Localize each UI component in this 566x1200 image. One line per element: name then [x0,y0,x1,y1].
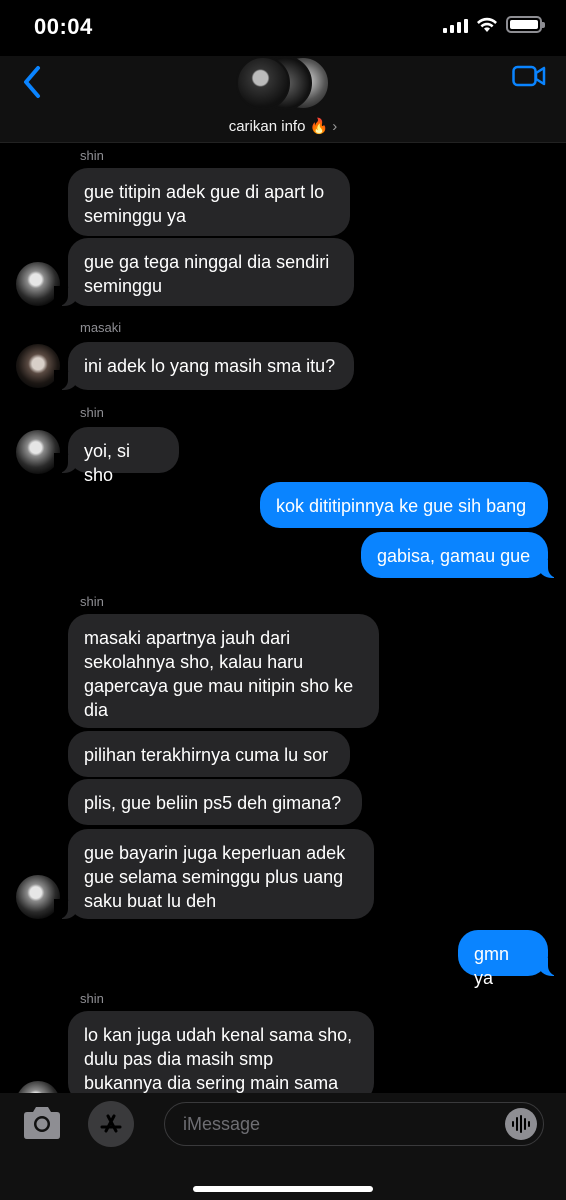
message-bubble[interactable]: gue titipin adek gue di apart lo semingg… [68,168,350,236]
status-icons [443,16,545,33]
message-input-placeholder: iMessage [183,1114,261,1134]
message-bubble[interactable]: kok dititipinnya ke gue sih bang [260,482,548,528]
group-avatars[interactable] [236,56,332,112]
app-store-icon[interactable] [88,1101,134,1147]
sender-name: shin [80,405,104,420]
message-bubble[interactable]: gue ga tega ninggal dia sendiri seminggu [54,238,354,306]
home-indicator[interactable] [193,1186,373,1192]
video-camera-icon[interactable] [512,64,546,88]
audio-waveform-icon[interactable] [505,1108,537,1140]
message-bubble[interactable]: gabisa, gamau gue [361,532,562,578]
avatar[interactable] [16,1081,60,1093]
message-bubble[interactable]: yoi, si sho [54,427,179,485]
message-bubble[interactable]: plis, gue beliin ps5 deh gimana? [68,779,362,825]
message-input[interactable]: iMessage [164,1102,544,1146]
conversation-header: carikan info 🔥 › [0,56,566,143]
message-text: gue ga tega ninggal dia sendiri seminggu [84,252,330,296]
status-time: 00:04 [34,14,93,39]
battery-icon [506,16,545,33]
sender-name: shin [80,991,104,1006]
sender-name: shin [80,148,104,163]
sender-name: masaki [80,320,122,335]
compose-bar: iMessage [0,1093,566,1200]
message-text: gmn ya [474,944,510,988]
message-bubble[interactable]: gue bayarin juga keperluan adek gue sela… [54,829,374,919]
group-name[interactable]: carikan info 🔥 › [0,117,566,135]
camera-icon[interactable] [20,1105,64,1141]
status-bar: 00:04 [0,0,566,56]
message-bubble[interactable]: lo kan juga udah kenal sama sho, dulu pa… [68,1011,374,1093]
chevron-left-icon[interactable] [18,64,48,100]
message-text: gue bayarin juga keperluan adek gue sela… [84,843,346,911]
message-list[interactable]: shin gue titipin adek gue di apart lo se… [0,143,566,1093]
message-bubble[interactable]: ini adek lo yang masih sma itu? [54,342,354,390]
message-bubble[interactable]: pilihan terakhirnya cuma lu sor [68,731,350,777]
message-text: ini adek lo yang masih sma itu? [84,356,336,376]
group-name-label: carikan info 🔥 [228,118,329,135]
app-store-glyph-icon [100,1114,122,1133]
wifi-icon [477,17,497,32]
chevron-right-icon: › [332,118,338,135]
cellular-signal-icon [443,17,468,33]
message-text: gabisa, gamau gue [377,546,531,566]
avatar [236,56,290,110]
message-bubble[interactable]: gmn ya [458,930,562,988]
sender-name: shin [80,594,104,609]
message-bubble[interactable]: masaki apartnya jauh dari sekolahnya sho… [68,614,379,728]
message-text: yoi, si sho [84,441,131,485]
